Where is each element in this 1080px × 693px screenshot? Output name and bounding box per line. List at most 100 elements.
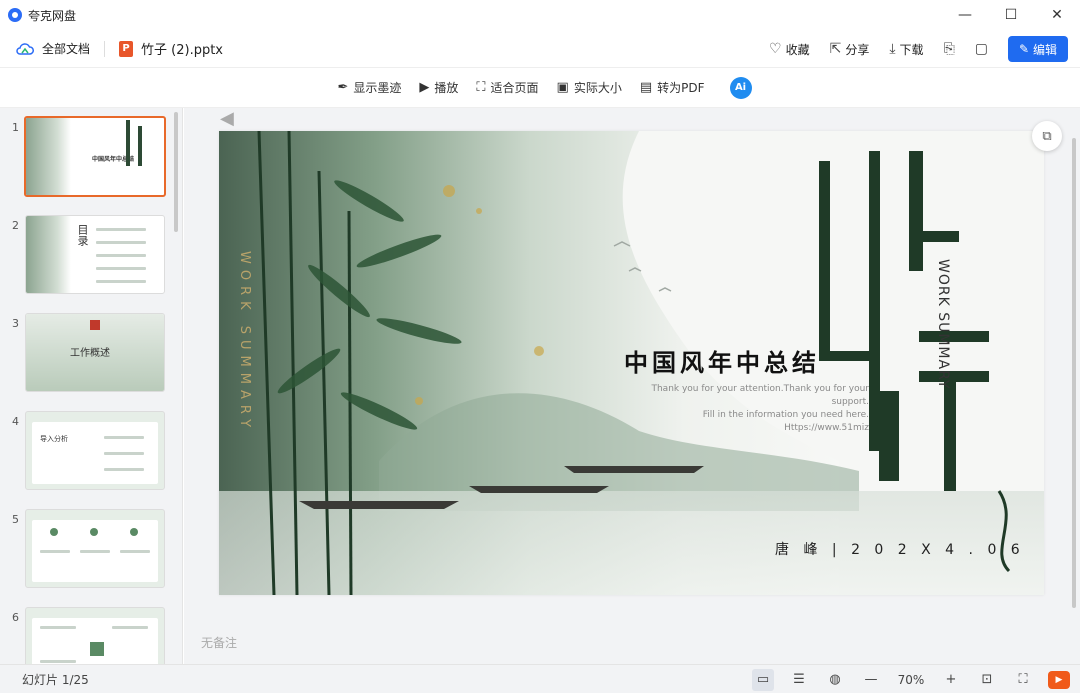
maximize-button[interactable]: ☐ bbox=[988, 0, 1034, 30]
thumbnail-dot bbox=[90, 528, 98, 536]
thumbnail-line bbox=[104, 436, 144, 439]
fit-window-button[interactable]: ⊡ bbox=[976, 669, 998, 691]
download-label: 下载 bbox=[899, 42, 924, 57]
language-button[interactable]: ◍ bbox=[824, 669, 846, 691]
thumbnail-line bbox=[40, 626, 76, 629]
thumbnail-card bbox=[32, 618, 158, 664]
slide-thumbnail[interactable] bbox=[25, 607, 165, 664]
favorite-label: 收藏 bbox=[785, 42, 810, 57]
show-ink-label: 显示墨迹 bbox=[353, 81, 402, 95]
feedback-button[interactable]: ▢ bbox=[975, 41, 988, 57]
thumbnail-row[interactable]: 4 导入分析 bbox=[0, 411, 175, 495]
all-docs-link[interactable]: 全部文档 bbox=[42, 40, 90, 57]
thumbnail-number: 3 bbox=[12, 317, 19, 330]
zoom-out-button[interactable]: — bbox=[860, 669, 882, 691]
fullscreen-icon: ⛶ bbox=[1018, 672, 1028, 687]
thumbnail-line bbox=[96, 241, 146, 244]
to-pdf-label: 转为PDF bbox=[657, 81, 705, 95]
window-controls: — ☐ ✕ bbox=[942, 0, 1080, 30]
slideshow-button[interactable]: ▶ bbox=[1048, 670, 1070, 689]
slide-viewer: ◀ WORK SUMMARY WORK SUMMARY 中国风年中总结 Than… bbox=[184, 108, 1080, 664]
divider bbox=[104, 40, 106, 57]
file-import-icon: ⎘ bbox=[943, 41, 955, 57]
thumbnail-seal bbox=[90, 320, 100, 330]
thumbnail-row[interactable]: 5 bbox=[0, 509, 175, 593]
feather-icon: ✒ bbox=[337, 80, 349, 95]
screenshot-button[interactable]: ⧉ bbox=[1032, 121, 1062, 151]
thumbnail-art bbox=[26, 216, 71, 293]
edit-button[interactable]: ✎ 编辑 bbox=[1008, 36, 1068, 62]
notes-placeholder: 无备注 bbox=[201, 636, 238, 650]
share-button[interactable]: ⇱ 分享 bbox=[830, 41, 870, 58]
slide-thumbnail[interactable]: 中国风年中总结 bbox=[24, 116, 166, 197]
zoom-in-button[interactable]: + bbox=[940, 669, 962, 691]
slide-view-icon: ▭ bbox=[756, 672, 770, 687]
zoom-level: 70% bbox=[897, 672, 925, 687]
thumbnail-line bbox=[40, 660, 76, 663]
play-circle-icon: ▶ bbox=[419, 80, 430, 95]
slide-title: 中国风年中总结 bbox=[624, 349, 820, 377]
fit-page-icon: ⛶ bbox=[476, 80, 486, 95]
globe-icon: ◍ bbox=[829, 672, 841, 687]
thumbnail-dot bbox=[50, 528, 58, 536]
slide-subtitle: Thank you for your attention.Thank you f… bbox=[649, 383, 869, 435]
edit-label: 编辑 bbox=[1033, 42, 1058, 57]
to-pdf-button[interactable]: ▤ 转为PDF bbox=[640, 79, 705, 96]
actual-size-button[interactable]: ▣ 实际大小 bbox=[557, 79, 622, 96]
pencil-icon: ✎ bbox=[1018, 42, 1030, 56]
actual-size-icon: ▣ bbox=[556, 80, 569, 95]
document-header: 全部文档 P 竹子 (2).pptx ♡ 收藏 ⇱ 分享 ⤓ 下载 ⎘ ▢ ✎ … bbox=[0, 30, 1080, 68]
slide-thumbnail[interactable]: 目录 bbox=[25, 215, 165, 294]
slide-subtitle-line: Thank you for your attention.Thank you f… bbox=[651, 384, 869, 407]
slide-author-date: 唐 峰 | 2 0 2 X 4 . 0 6 bbox=[775, 542, 1025, 558]
notes-icon: ☰ bbox=[793, 672, 805, 687]
app-name: 夸克网盘 bbox=[28, 8, 77, 23]
thumbnail-line bbox=[80, 550, 110, 553]
thumbnail-line bbox=[96, 254, 146, 257]
slide-thumbnail[interactable]: 工作概述 bbox=[25, 313, 165, 392]
slide-thumbnail[interactable]: 导入分析 bbox=[25, 411, 165, 490]
actual-size-label: 实际大小 bbox=[573, 81, 622, 95]
download-button[interactable]: ⤓ 下载 bbox=[889, 41, 923, 58]
fit-page-button[interactable]: ⛶ 适合页面 bbox=[476, 79, 538, 96]
thumbnail-line bbox=[96, 280, 146, 283]
thumbnail-line bbox=[104, 452, 144, 455]
thumbnail-art bbox=[26, 118, 71, 195]
thumbnail-line bbox=[120, 550, 150, 553]
normal-view-button[interactable]: ▭ bbox=[752, 668, 774, 691]
thumbnail-row[interactable]: 1 中国风年中总结 bbox=[0, 116, 175, 201]
fit-page-label: 适合页面 bbox=[490, 81, 539, 95]
play-button[interactable]: ▶ 播放 bbox=[419, 79, 458, 96]
app-logo-icon bbox=[8, 8, 22, 22]
close-button[interactable]: ✕ bbox=[1034, 0, 1080, 30]
notes-view-button[interactable]: ☰ bbox=[788, 669, 810, 691]
thumbnail-line bbox=[112, 626, 148, 629]
thumbnail-row[interactable]: 2 目录 bbox=[0, 215, 175, 299]
slide-scrollbar[interactable] bbox=[1072, 138, 1076, 608]
thumbnail-row[interactable]: 3 工作概述 bbox=[0, 313, 175, 397]
minus-icon: — bbox=[864, 672, 878, 687]
thumbnail-title: 导入分析 bbox=[40, 435, 68, 443]
fullscreen-button[interactable]: ⛶ bbox=[1012, 669, 1034, 691]
cloud-icon[interactable] bbox=[16, 42, 34, 56]
thumbnail-line bbox=[104, 468, 144, 471]
speaker-icon[interactable]: ◀ bbox=[220, 108, 244, 130]
viewer-toolbar: ✒ 显示墨迹 ▶ 播放 ⛶ 适合页面 ▣ 实际大小 ▤ 转为PDF Ai bbox=[0, 68, 1080, 108]
thumbnail-row[interactable]: 6 bbox=[0, 607, 175, 664]
thumbnail-line bbox=[96, 228, 146, 231]
minimize-button[interactable]: — bbox=[942, 0, 988, 30]
share-label: 分享 bbox=[845, 42, 870, 57]
favorite-button[interactable]: ♡ 收藏 bbox=[769, 41, 810, 58]
thumbnail-number: 4 bbox=[12, 415, 19, 428]
thumbnail-scrollbar[interactable] bbox=[174, 112, 178, 232]
show-ink-button[interactable]: ✒ 显示墨迹 bbox=[337, 79, 401, 96]
ai-assistant-button[interactable]: Ai bbox=[729, 76, 752, 99]
slide-work-summary: WORK SUMMARY bbox=[935, 259, 951, 390]
thumbnail-title: 工作概述 bbox=[70, 348, 110, 359]
share-icon: ⇱ bbox=[829, 41, 842, 57]
pdf-icon: ▤ bbox=[639, 80, 653, 95]
save-to-drive-button[interactable]: ⎘ bbox=[944, 41, 955, 57]
slide-counter: 幻灯片 1/25 bbox=[22, 672, 89, 687]
slide-thumbnail[interactable] bbox=[25, 509, 165, 588]
play-icon: ▶ bbox=[1055, 674, 1063, 685]
